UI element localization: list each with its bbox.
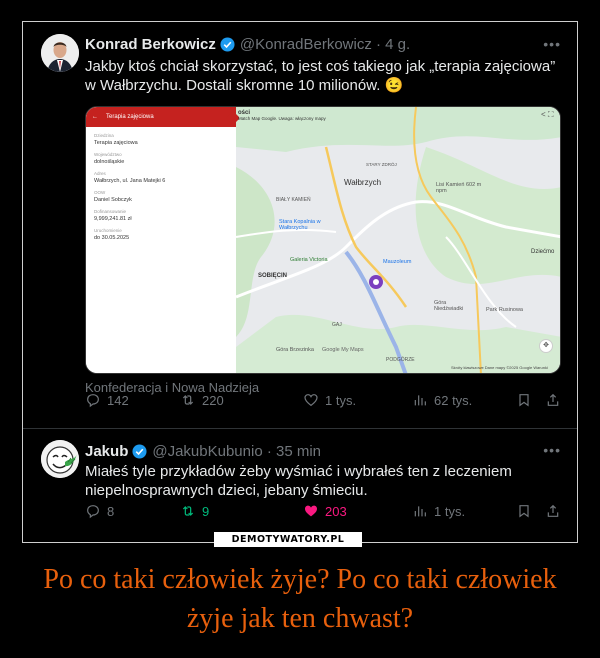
views-icon (414, 395, 426, 406)
site-watermark: DEMOTYWATORY.PL (214, 532, 362, 547)
map-label-walbrzych: Wałbrzych (344, 178, 382, 187)
map-label-gora-niedzwiadki: Góra Niedźwiadki (434, 300, 464, 312)
verified-badge-icon (220, 37, 235, 52)
share-button[interactable] (545, 392, 561, 408)
views-button[interactable]: 1 tys. (412, 503, 465, 519)
views-count: 1 tys. (434, 503, 466, 519)
map-label-stary-zdroj: STARY ZDRÓJ (366, 162, 397, 167)
meme-caption: Po co taki człowiek żyje? Po co taki czł… (43, 564, 557, 634)
panel-header: ← Terapia zajęciowa (86, 107, 236, 127)
map-share-icon[interactable]: < ⛶ (541, 110, 554, 120)
panel-field-label: Dofinansowanie (94, 209, 127, 214)
post-screenshot-frame: Konrad Berkowicz @KonradBerkowicz · 4 g.… (22, 21, 578, 543)
bookmark-button[interactable] (516, 392, 532, 408)
panel-field-label: Dziedzina (94, 133, 114, 138)
bookmark-button[interactable] (516, 503, 532, 519)
panel-field-label: Województwo (94, 152, 122, 157)
panel-field-label: Uruchomienie (94, 228, 122, 233)
tweet2-author-name[interactable]: Jakub (85, 443, 128, 460)
map-label-gora-brzezinka: Góra Brzezinka (276, 347, 314, 353)
more-options-icon[interactable]: ••• (543, 442, 561, 458)
tweet1-text: Jakby ktoś chciał skorzystać, to jest co… (85, 58, 556, 94)
tweet1-author-name[interactable]: Konrad Berkowicz (85, 36, 216, 53)
panel-field: OOW Daniel Sobczyk (94, 190, 228, 203)
panel-title: Terapia zajęciowa (106, 114, 154, 120)
map-header-info: ości Match Map Google. Uwaga: włączony m… (238, 110, 326, 121)
panel-field-value: Daniel Sobczyk (94, 197, 132, 203)
panel-field: Dofinansowanie 9,999,241.81 zł (94, 209, 228, 222)
like-count: 203 (325, 503, 347, 519)
map-label-galeria: Galeria Victoria (290, 257, 328, 263)
bookmark-icon (519, 505, 529, 518)
project-details-panel: ← Terapia zajęciowa Dziedzina Terapia zaj… (86, 107, 236, 373)
map-label-sobiecin: SOBIĘCIN (258, 273, 288, 279)
repost-icon (182, 506, 194, 516)
reply-button[interactable]: 142 (85, 392, 129, 408)
share-icon (547, 393, 559, 406)
avatar-jakub[interactable] (41, 440, 79, 478)
views-button[interactable]: 62 tys. (412, 392, 472, 408)
share-icon (547, 504, 559, 517)
panel-field-value: do 30.05.2025 (94, 235, 130, 241)
panel-field-label: Adres (94, 171, 106, 176)
heart-icon (304, 394, 318, 407)
repost-count: 220 (202, 392, 224, 408)
google-my-maps-logo: Google My Maps (322, 347, 364, 353)
avatar-konrad[interactable] (41, 34, 79, 72)
share-button[interactable] (545, 503, 561, 519)
heart-icon (305, 505, 317, 517)
reply-button[interactable]: 8 (85, 503, 114, 519)
panel-field-value: Terapia zajęciowa (94, 140, 138, 146)
map-label-gaj: GAJ (332, 322, 342, 328)
verified-badge-icon (132, 444, 147, 459)
map-label-park-rusinowa: Park Rusinowa (486, 307, 523, 313)
more-options-icon[interactable]: ••• (543, 36, 561, 52)
map-label-mauzoleum: Mauzoleum (383, 259, 412, 265)
bookmark-icon (519, 394, 529, 407)
map-label-stara-kopalnia: Stara Kopalnia w Wałbrzychu (279, 219, 321, 231)
views-count: 62 tys. (434, 392, 473, 408)
tweet2-header: Jakub @JakubKubunio · 35 min (85, 443, 321, 460)
tweet1-media-screenshot[interactable]: ← Terapia zajęciowa Dziedzina Terapia zaj… (85, 106, 561, 374)
repost-button[interactable]: 9 (180, 503, 209, 519)
map-label-podgorze: PODGÓRZE (386, 357, 415, 363)
repost-icon (182, 395, 194, 405)
views-icon (414, 506, 426, 517)
map-footer: Skróty klawiszowe Dane mapy ©2025 Google… (451, 365, 548, 370)
panel-field-value: 9,999,241.81 zł (94, 216, 132, 222)
map-label-lisi-kamien: Lisi Kamień 602 m npm (436, 182, 482, 194)
map-label-bialy-kamien: BIAŁY KAMIEŃ (276, 197, 311, 203)
map-navigation-icon[interactable]: ✥ (539, 339, 553, 353)
reply-count: 8 (107, 503, 115, 519)
repost-count: 9 (202, 503, 210, 519)
divider (23, 428, 577, 429)
back-arrow-icon[interactable]: ← (92, 114, 98, 120)
panel-field-value: Wałbrzych, ul. Jana Matejki 6 (94, 178, 166, 184)
panel-field: Województwo dolnośląskie (94, 152, 228, 165)
like-count: 1 tys. (325, 392, 357, 408)
tweet1-header: Konrad Berkowicz @KonradBerkowicz · 4 g. (85, 36, 410, 53)
repost-button[interactable]: 220 (180, 392, 224, 408)
like-button[interactable]: 1 tys. (303, 392, 356, 408)
panel-field: Uruchomienie do 30.05.2025 (94, 228, 228, 241)
tweet2-handle[interactable]: @JakubKubunio · 35 min (152, 443, 321, 460)
tweet2-text: Miałeś tyle przykładów żeby wyśmiać i wy… (85, 463, 512, 499)
reply-icon (87, 394, 99, 408)
reply-count: 142 (107, 392, 129, 408)
panel-field-label: OOW (94, 190, 106, 195)
like-button[interactable]: 203 (303, 503, 347, 519)
reply-icon (87, 505, 99, 519)
tweet1-handle[interactable]: @KonradBerkowicz · 4 g. (240, 36, 410, 53)
panel-field-value: dolnośląskie (94, 159, 125, 165)
map-label-dziecmo: Dziećmo (531, 249, 555, 255)
panel-field: Adres Wałbrzych, ul. Jana Matejki 6 (94, 171, 228, 184)
panel-field: Dziedzina Terapia zajęciowa (94, 133, 228, 146)
